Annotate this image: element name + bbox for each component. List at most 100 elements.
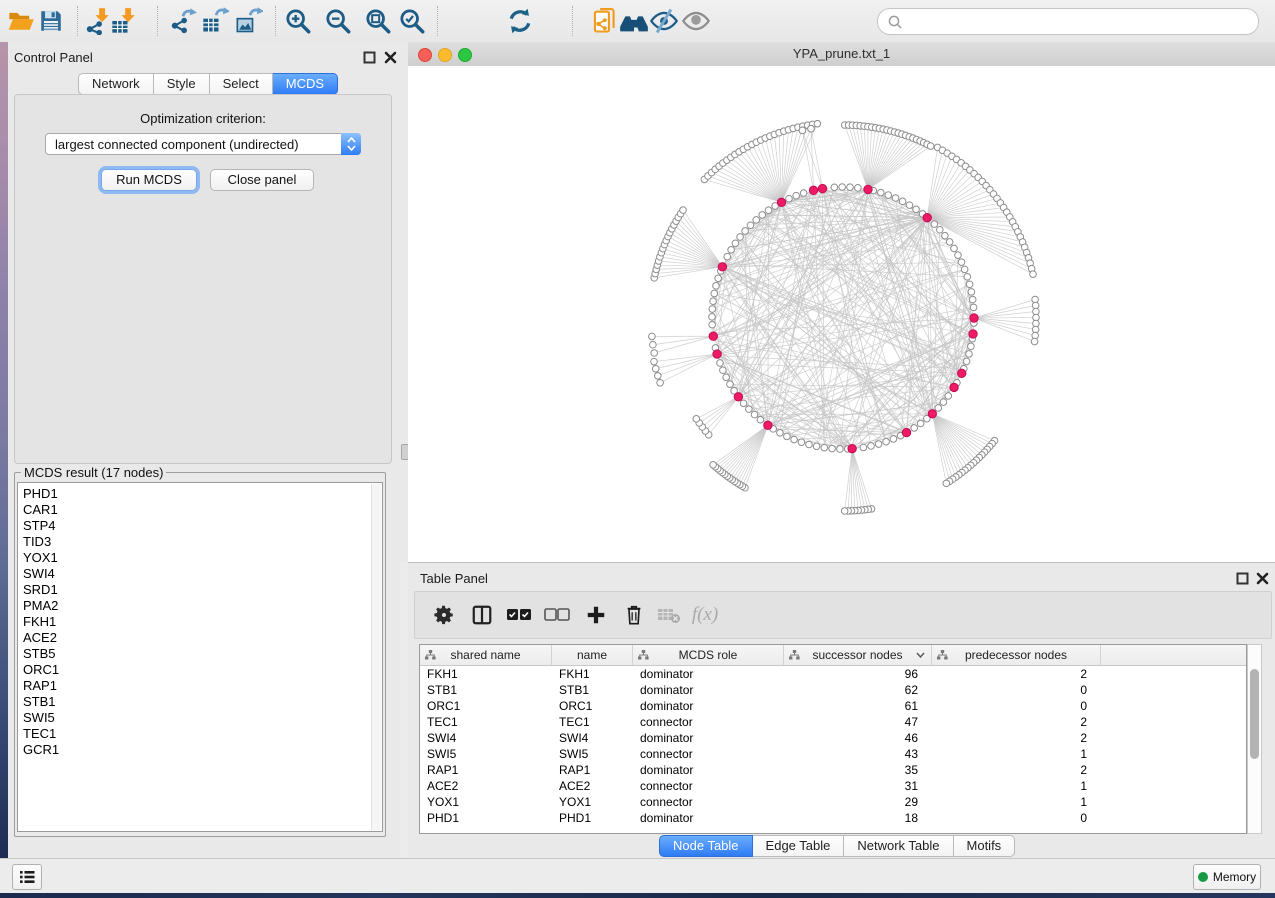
table-row[interactable]: YOX1YOX1connector291 xyxy=(420,794,1246,810)
table-row[interactable]: PHD1PHD1dominator180 xyxy=(420,810,1246,826)
table-cell[interactable]: FKH1 xyxy=(420,666,552,682)
mcds-result-item[interactable]: GCR1 xyxy=(18,742,382,758)
tab-edge-table[interactable]: Edge Table xyxy=(753,835,845,857)
mcds-result-item[interactable]: RAP1 xyxy=(18,678,382,694)
table-cell[interactable]: PHD1 xyxy=(552,810,633,826)
zoom-in-icon[interactable] xyxy=(280,3,316,39)
mcds-result-item[interactable]: TID3 xyxy=(18,534,382,550)
mcds-result-item[interactable]: YOX1 xyxy=(18,550,382,566)
table-cell[interactable]: 0 xyxy=(932,810,1101,826)
save-session-icon[interactable] xyxy=(33,3,69,39)
search-field[interactable] xyxy=(877,8,1259,35)
table-cell[interactable]: dominator xyxy=(633,730,784,746)
table-cell[interactable]: YOX1 xyxy=(552,794,633,810)
task-history-button[interactable] xyxy=(12,864,42,890)
tab-motifs[interactable]: Motifs xyxy=(954,835,1016,857)
table-cell[interactable]: SWI5 xyxy=(552,746,633,762)
function-builder-icon[interactable]: f(x) xyxy=(689,599,721,631)
table-cell[interactable]: 2 xyxy=(932,762,1101,778)
zoom-out-icon[interactable] xyxy=(320,3,356,39)
run-mcds-button[interactable]: Run MCDS xyxy=(101,169,197,191)
minimize-window-icon[interactable] xyxy=(438,48,452,62)
table-cell[interactable]: TEC1 xyxy=(420,714,552,730)
table-cell[interactable]: RAP1 xyxy=(420,762,552,778)
mcds-result-item[interactable]: FKH1 xyxy=(18,614,382,630)
show-details-icon[interactable] xyxy=(678,3,714,39)
mcds-result-item[interactable]: SWI5 xyxy=(18,710,382,726)
table-cell[interactable]: ACE2 xyxy=(552,778,633,794)
column-header-mcds-role[interactable]: MCDS role xyxy=(633,645,784,665)
mcds-result-item[interactable]: CAR1 xyxy=(18,502,382,518)
tab-select[interactable]: Select xyxy=(210,73,273,95)
table-row[interactable]: SWI4SWI4dominator462 xyxy=(420,730,1246,746)
table-cell[interactable]: connector xyxy=(633,778,784,794)
table-cell[interactable]: SWI5 xyxy=(420,746,552,762)
network-view[interactable] xyxy=(408,66,1275,562)
table-cell[interactable]: ACE2 xyxy=(420,778,552,794)
table-row[interactable]: STB1STB1dominator620 xyxy=(420,682,1246,698)
table-cell[interactable]: 31 xyxy=(784,778,932,794)
table-cell[interactable]: 1 xyxy=(932,778,1101,794)
table-cell[interactable]: YOX1 xyxy=(420,794,552,810)
close-panel-icon[interactable] xyxy=(384,51,397,64)
table-cell[interactable]: TEC1 xyxy=(552,714,633,730)
table-cell[interactable]: 2 xyxy=(932,714,1101,730)
table-row[interactable]: TEC1TEC1connector472 xyxy=(420,714,1246,730)
memory-button[interactable]: Memory xyxy=(1193,864,1261,890)
export-image-icon[interactable] xyxy=(231,3,267,39)
table-scrollbar[interactable] xyxy=(1247,644,1262,834)
close-panel-icon[interactable] xyxy=(1256,572,1269,585)
search-input[interactable] xyxy=(908,14,1258,29)
delete-column-icon[interactable] xyxy=(618,599,650,631)
tab-network[interactable]: Network xyxy=(78,73,154,95)
mcds-result-item[interactable]: SWI4 xyxy=(18,566,382,582)
table-cell[interactable]: ORC1 xyxy=(552,698,633,714)
table-cell[interactable]: connector xyxy=(633,746,784,762)
table-cell[interactable]: STB1 xyxy=(420,682,552,698)
table-row[interactable]: ACE2ACE2connector311 xyxy=(420,778,1246,794)
table-cell[interactable]: 1 xyxy=(932,794,1101,810)
table-cell[interactable]: dominator xyxy=(633,810,784,826)
mcds-result-item[interactable]: PMA2 xyxy=(18,598,382,614)
select-all-icon[interactable] xyxy=(503,599,535,631)
table-scrollbar-thumb[interactable] xyxy=(1250,669,1259,759)
mcds-result-list[interactable]: PHD1 CAR1 STP4 TID3 YOX1 SWI4 SRD1 PMA2 … xyxy=(17,482,383,832)
table-cell[interactable]: dominator xyxy=(633,698,784,714)
tab-network-table[interactable]: Network Table xyxy=(844,835,953,857)
tab-style[interactable]: Style xyxy=(154,73,210,95)
table-cell[interactable]: connector xyxy=(633,714,784,730)
column-header-name[interactable]: name xyxy=(552,645,633,665)
table-cell[interactable]: 2 xyxy=(932,666,1101,682)
table-cell[interactable]: STB1 xyxy=(552,682,633,698)
tab-node-table[interactable]: Node Table xyxy=(659,835,753,857)
criterion-select[interactable]: largest connected component (undirected) xyxy=(45,133,361,155)
table-row[interactable]: RAP1RAP1dominator352 xyxy=(420,762,1246,778)
table-cell[interactable]: 29 xyxy=(784,794,932,810)
table-cell[interactable]: SWI4 xyxy=(420,730,552,746)
column-header-successor-nodes[interactable]: successor nodes xyxy=(784,645,932,665)
export-table-icon[interactable] xyxy=(197,3,233,39)
close-panel-button[interactable]: Close panel xyxy=(210,169,314,191)
table-row[interactable]: ORC1ORC1dominator610 xyxy=(420,698,1246,714)
mcds-result-item[interactable]: PHD1 xyxy=(18,486,382,502)
tab-mcds[interactable]: MCDS xyxy=(273,73,338,95)
refresh-icon[interactable] xyxy=(502,3,538,39)
zoom-selected-icon[interactable] xyxy=(394,3,430,39)
mcds-result-item[interactable]: STP4 xyxy=(18,518,382,534)
table-cell[interactable]: 96 xyxy=(784,666,932,682)
zoom-fit-icon[interactable] xyxy=(360,3,396,39)
mcds-result-item[interactable]: STB1 xyxy=(18,694,382,710)
export-network-icon[interactable] xyxy=(165,3,201,39)
table-row[interactable]: FKH1FKH1dominator962 xyxy=(420,666,1246,682)
mcds-result-item[interactable]: TEC1 xyxy=(18,726,382,742)
table-cell[interactable]: 62 xyxy=(784,682,932,698)
table-cell[interactable]: dominator xyxy=(633,682,784,698)
table-cell[interactable]: 2 xyxy=(932,730,1101,746)
table-cell[interactable]: 43 xyxy=(784,746,932,762)
table-cell[interactable]: RAP1 xyxy=(552,762,633,778)
add-column-icon[interactable] xyxy=(580,599,612,631)
table-row[interactable]: SWI5SWI5connector431 xyxy=(420,746,1246,762)
float-panel-icon[interactable] xyxy=(1236,572,1249,585)
table-cell[interactable]: 35 xyxy=(784,762,932,778)
import-table-icon[interactable] xyxy=(106,3,142,39)
